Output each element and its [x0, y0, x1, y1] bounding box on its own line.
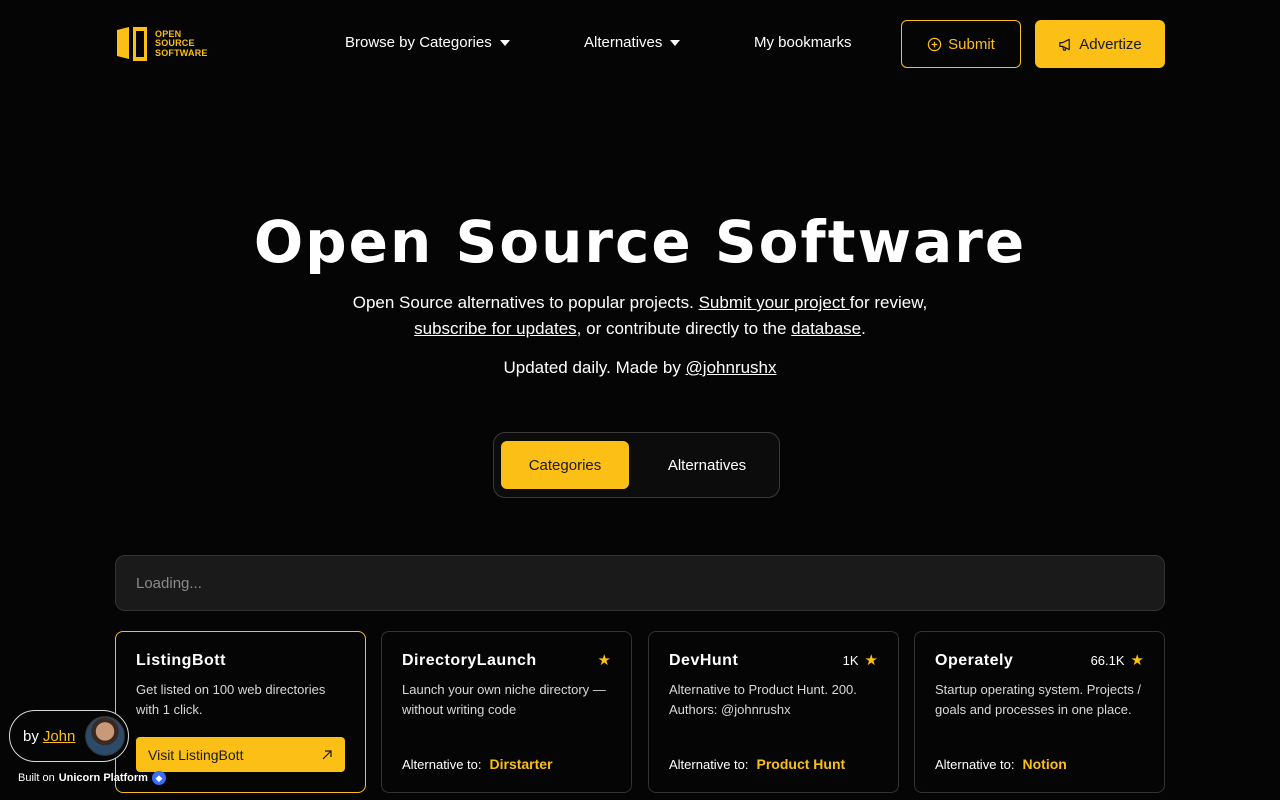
submit-label: Submit	[948, 35, 995, 53]
card-devhunt[interactable]: DevHunt 1K ★ Alternative to Product Hunt…	[648, 631, 899, 793]
star-icon: ★	[597, 652, 611, 669]
database-link[interactable]: database	[791, 319, 861, 338]
plus-circle-icon	[927, 37, 942, 51]
search-box	[115, 555, 1165, 611]
view-toggle: Categories Alternatives	[493, 432, 780, 498]
alt-name-link[interactable]: Notion	[1023, 756, 1067, 772]
page-title: Open Source Software	[253, 208, 1027, 276]
advertize-label: Advertize	[1079, 35, 1142, 53]
alt-name-link[interactable]: Dirstarter	[490, 756, 553, 772]
advertize-button[interactable]: Advertize	[1035, 20, 1165, 68]
alt-name-link[interactable]: Product Hunt	[757, 756, 846, 772]
nav-alternatives[interactable]: Alternatives	[584, 34, 681, 51]
star-icon: ★	[1130, 652, 1144, 669]
megaphone-icon	[1059, 38, 1071, 51]
updated-note: Updated daily. Made by @johnrushx	[0, 358, 1280, 378]
card-alternative: Alternative to: Product Hunt	[669, 756, 845, 772]
card-directorylaunch[interactable]: DirectoryLaunch ★ Launch your own niche …	[381, 631, 632, 793]
nav-bookmarks-label: My bookmarks	[754, 34, 852, 51]
star-icon: ★	[864, 652, 878, 669]
updated-text: Updated daily. Made by	[503, 358, 686, 377]
avatar[interactable]	[85, 716, 125, 756]
site-header: OPEN SOURCE SOFTWARE Browse by Categorie…	[115, 20, 1165, 68]
visit-label: Visit ListingBott	[148, 746, 244, 763]
card-stars: ★	[592, 653, 611, 668]
platform-name: Unicorn Platform	[58, 772, 148, 784]
logo-icon	[117, 27, 147, 61]
built-on-text: Built on	[18, 772, 55, 784]
site-logo[interactable]: OPEN SOURCE SOFTWARE	[115, 26, 208, 62]
card-title: DirectoryLaunch	[402, 652, 537, 669]
alt-label: Alternative to:	[669, 757, 749, 772]
nav-browse-categories-label: Browse by Categories	[345, 34, 492, 51]
card-title: ListingBott	[136, 652, 226, 669]
search-input[interactable]	[136, 574, 1144, 592]
card-operately[interactable]: Operately 66.1K ★ Startup operating syst…	[914, 631, 1165, 793]
tab-categories[interactable]: Categories	[501, 441, 629, 489]
card-description: Startup operating system. Projects / goa…	[935, 682, 1141, 717]
card-listingbott[interactable]: ListingBott Get listed on 100 web direct…	[115, 631, 366, 793]
alt-label: Alternative to:	[402, 757, 482, 772]
visit-listingbott-button[interactable]: Visit ListingBott	[136, 737, 345, 772]
star-count: 1K	[842, 653, 859, 668]
nav-my-bookmarks[interactable]: My bookmarks	[754, 34, 852, 51]
card-alternative: Alternative to: Notion	[935, 756, 1067, 772]
author-name-link[interactable]: John	[43, 728, 76, 745]
tab-alternatives[interactable]: Alternatives	[637, 441, 777, 489]
nav-alternatives-label: Alternatives	[584, 34, 663, 51]
hero-text: Open Source alternatives to popular proj…	[352, 293, 699, 312]
unicorn-platform-icon: ◆	[151, 771, 166, 785]
card-stars: 66.1K ★	[1091, 653, 1144, 668]
hero-subtitle: Open Source alternatives to popular proj…	[0, 290, 1280, 342]
alt-label: Alternative to:	[935, 757, 1015, 772]
submit-button[interactable]: Submit	[901, 20, 1021, 68]
caret-down-icon	[499, 39, 510, 46]
card-description: Launch your own niche directory — withou…	[402, 682, 606, 717]
built-on-badge[interactable]: Built on Unicorn Platform ◆	[18, 771, 166, 785]
nav-browse-categories[interactable]: Browse by Categories	[345, 34, 510, 51]
hero-text: , or contribute directly to the	[576, 319, 792, 338]
hero-text: for review,	[849, 293, 928, 312]
author-link[interactable]: @johnrushx	[686, 358, 777, 377]
card-alternative: Alternative to: Dirstarter	[402, 756, 553, 772]
subscribe-link[interactable]: subscribe for updates	[414, 319, 577, 338]
card-stars: 1K ★	[843, 653, 878, 668]
hero-text: .	[861, 319, 866, 338]
card-description: Alternative to Product Hunt. 200. Author…	[669, 682, 857, 717]
star-count: 66.1K	[1090, 653, 1125, 668]
logo-text: OPEN SOURCE SOFTWARE	[155, 28, 208, 58]
submit-project-link[interactable]: Submit your project	[699, 293, 850, 312]
caret-down-icon	[670, 39, 681, 46]
by-text: by	[23, 727, 39, 745]
arrow-up-right-icon	[322, 749, 332, 759]
card-description: Get listed on 100 web directories with 1…	[136, 682, 326, 717]
